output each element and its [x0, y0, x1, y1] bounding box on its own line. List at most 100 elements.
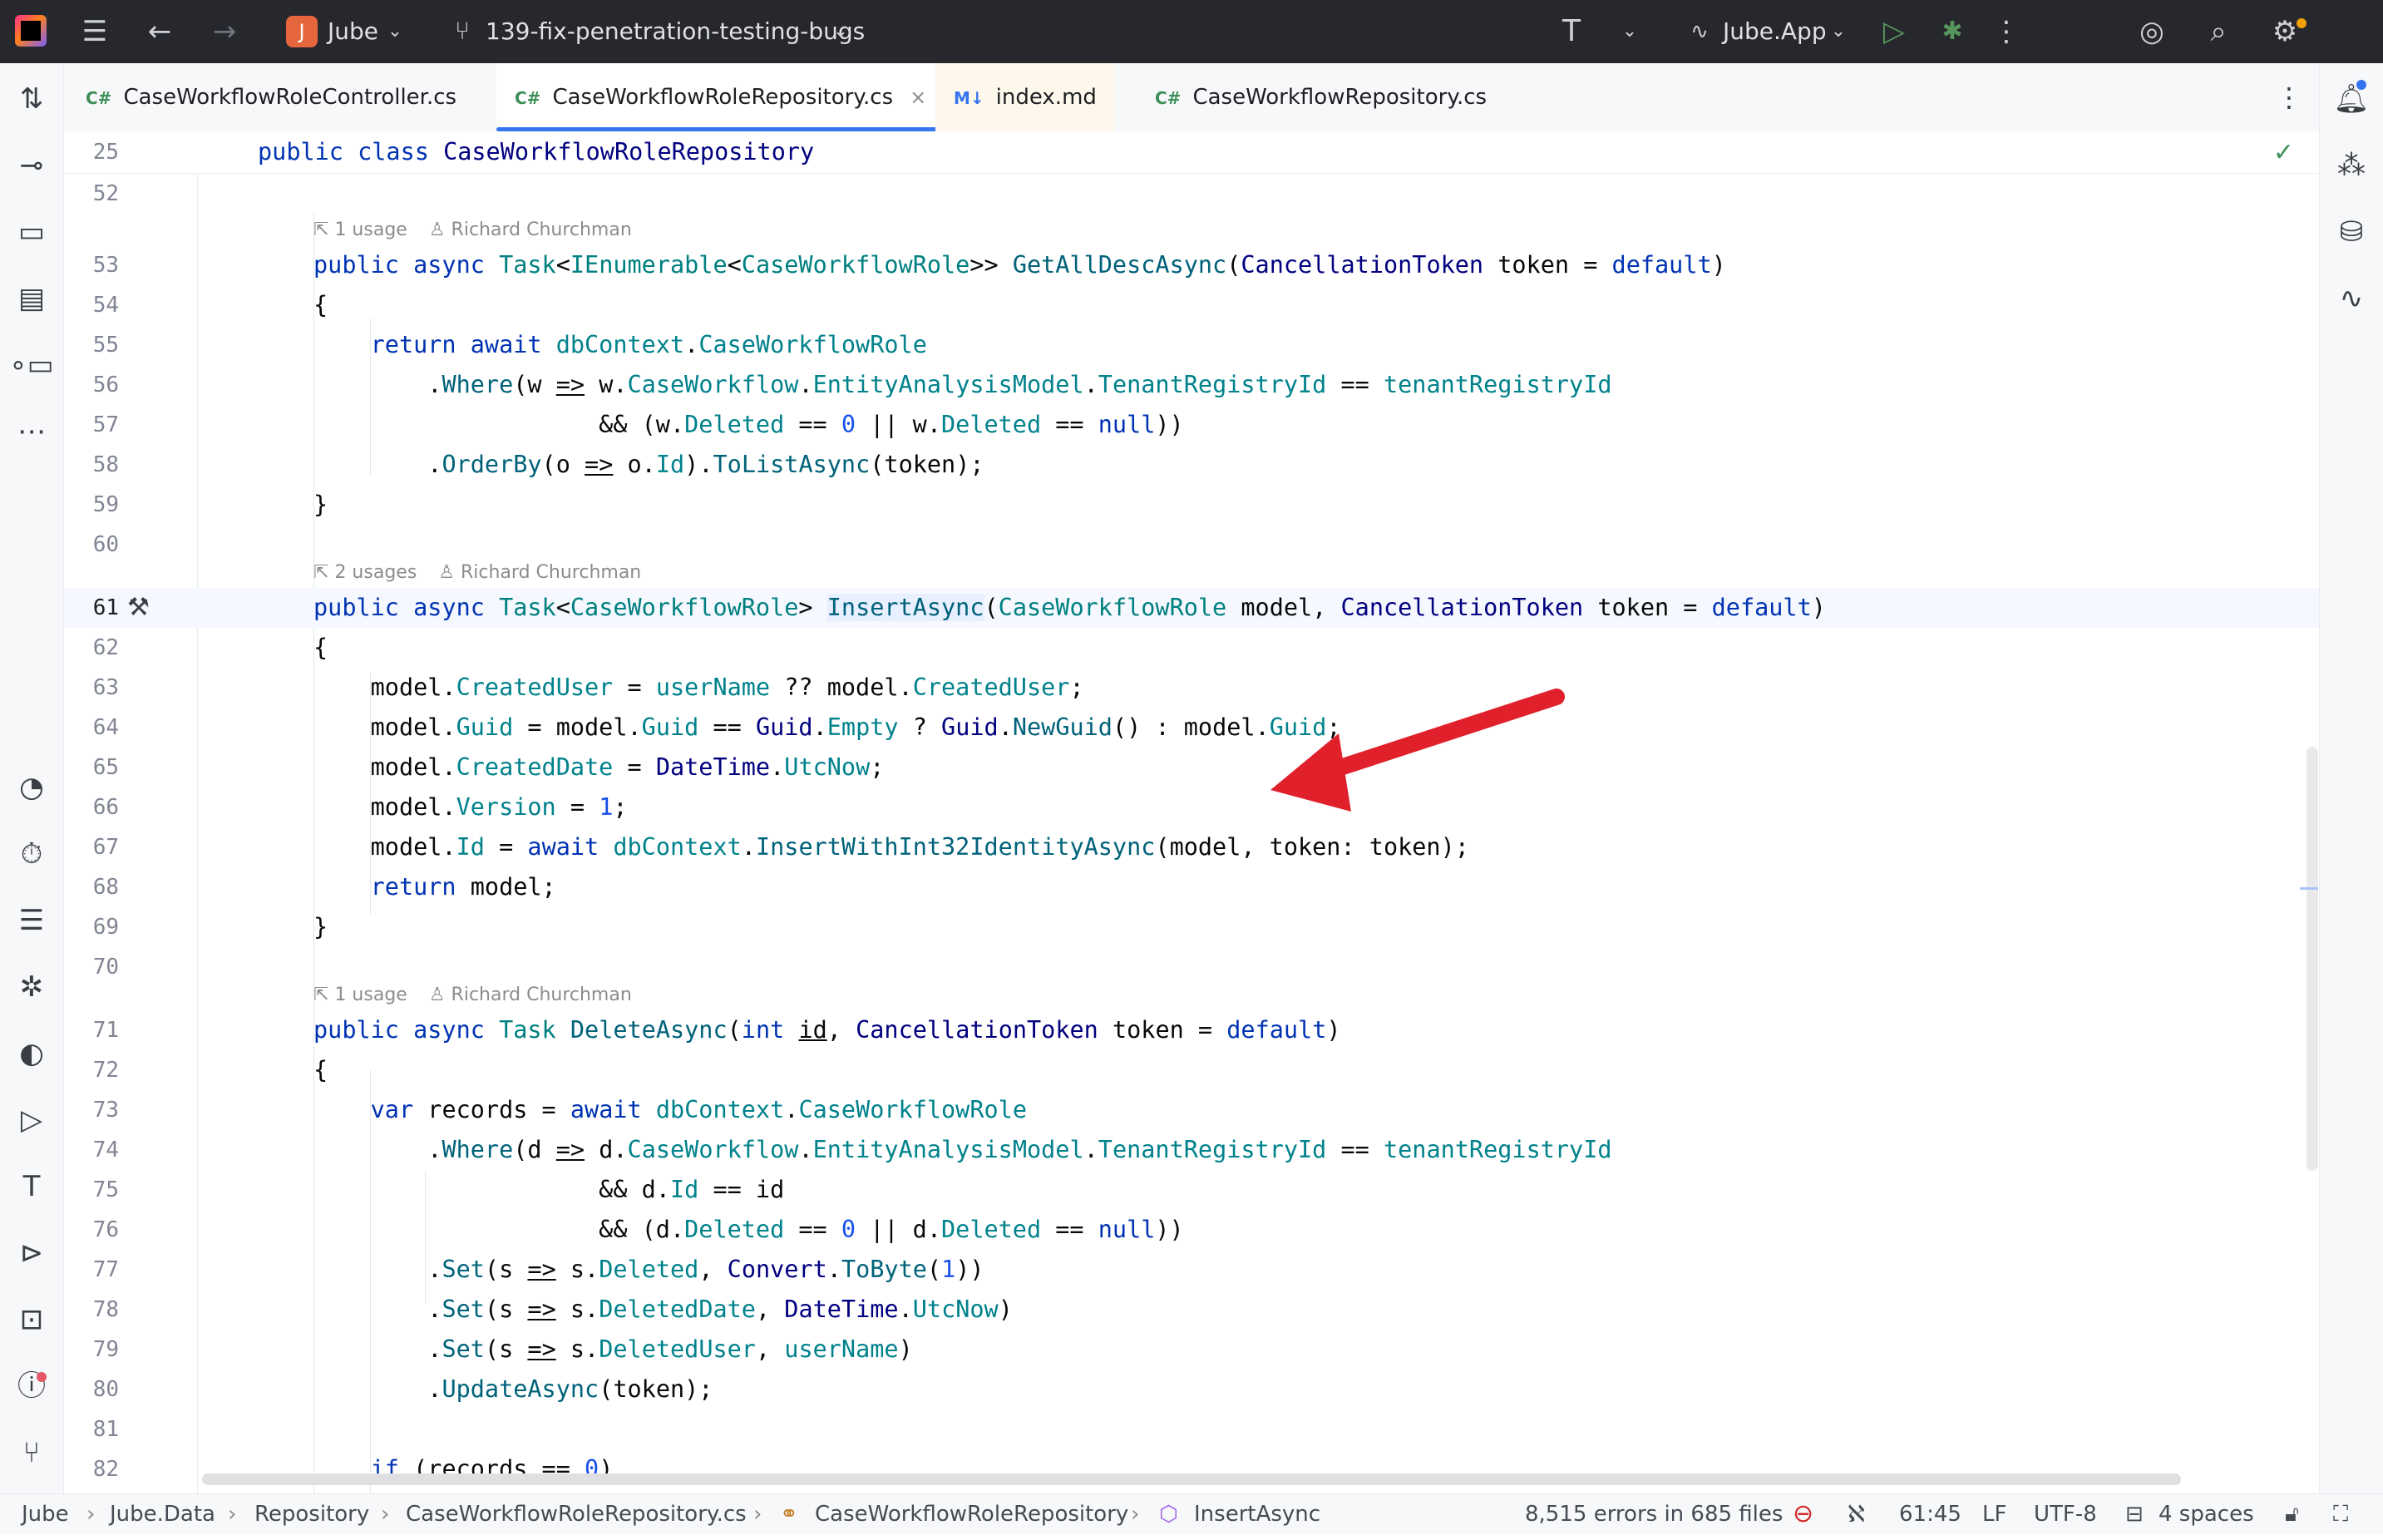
git-icon[interactable]: ⑂ — [0, 1432, 63, 1473]
code-line[interactable]: 57 && (w.Deleted == 0 || w.Deleted == nu… — [64, 405, 2319, 445]
tab-index-md[interactable]: M↓ index.md — [935, 63, 1115, 131]
code-line[interactable]: 81 — [64, 1409, 2319, 1449]
tab-case-workflow-role-controller[interactable]: C# CaseWorkflowRoleController.cs — [86, 63, 456, 131]
code-line[interactable]: 79 .Set(s => s.DeletedUser, userName) — [64, 1330, 2319, 1370]
endpoints-icon[interactable]: ∘▭ — [0, 344, 63, 386]
code-line[interactable]: 73 var records = await dbContext.CaseWor… — [64, 1090, 2319, 1130]
back-arrow-icon[interactable]: ← — [136, 0, 183, 63]
todo-list-icon[interactable]: ☰ — [0, 900, 63, 941]
breadcrumb-method[interactable]: InsertAsync — [1194, 1494, 1320, 1534]
code-line[interactable]: 67 model.Id = await dbContext.InsertWith… — [64, 827, 2319, 867]
forward-arrow-icon[interactable]: → — [201, 0, 248, 63]
tab-case-workflow-repository[interactable]: C# CaseWorkflowRepository.cs — [1155, 63, 1487, 131]
code-line[interactable]: 65 model.CreatedDate = DateTime.UtcNow; — [64, 748, 2319, 787]
author-name[interactable]: Richard Churchman — [451, 220, 632, 240]
memory-indicator-icon[interactable]: ⛶ — [2333, 1494, 2348, 1534]
author-name[interactable]: Richard Churchman — [451, 985, 632, 1005]
run-config-chevron-icon[interactable]: ⌄ — [1826, 0, 1851, 63]
ai-assistant-icon[interactable]: ◎ — [2129, 0, 2175, 63]
build-chevron-icon[interactable]: ⌄ — [1613, 0, 1646, 63]
code-analysis-icon[interactable]: ℵ — [1848, 1494, 1865, 1534]
code-line[interactable]: 55 return await dbContext.CaseWorkflowRo… — [64, 325, 2319, 365]
main-menu-icon[interactable]: ☰ — [72, 0, 118, 63]
problems-icon[interactable]: ⓘ — [0, 1365, 63, 1407]
structure-icon[interactable]: ▤ — [0, 278, 63, 319]
breadcrumb-class[interactable]: CaseWorkflowRoleRepository — [815, 1494, 1128, 1534]
code-line[interactable]: 74 .Where(d => d.CaseWorkflow.EntityAnal… — [64, 1130, 2319, 1170]
code-line[interactable]: 78 .Set(s => s.DeletedDate, DateTime.Utc… — [64, 1290, 2319, 1330]
sticky-scope-header[interactable]: 25 public class CaseWorkflowRoleReposito… — [64, 131, 2319, 174]
build-tool-icon[interactable]: T — [0, 1166, 63, 1207]
code-line[interactable]: 75 && d.Id == id — [64, 1170, 2319, 1210]
code-line[interactable]: 68 return model; — [64, 867, 2319, 907]
project-badge[interactable]: J — [286, 16, 318, 47]
code-line[interactable]: 56 .Where(w => w.CaseWorkflow.EntityAnal… — [64, 365, 2319, 405]
codevision-hint[interactable]: ⇱ 1 usage ♙ Richard Churchman — [313, 214, 632, 247]
branch-name[interactable]: 139-fix-penetration-testing-bugs — [486, 0, 865, 63]
notifications-bell-icon[interactable]: 🔔︎ — [2320, 78, 2383, 120]
chevron-down-icon[interactable]: ⌄ — [382, 0, 407, 63]
coverage-icon[interactable]: ◔ — [0, 767, 63, 808]
breadcrumb-file[interactable]: CaseWorkflowRoleRepository.cs — [406, 1494, 747, 1534]
branch-chevron-down-icon[interactable]: ⌄ — [828, 0, 853, 63]
code-line[interactable]: 66 model.Version = 1; — [64, 787, 2319, 827]
tab-close-icon[interactable]: × — [910, 86, 926, 109]
code-line-current[interactable]: 61 ⚒ public async Task<CaseWorkflowRole>… — [64, 588, 2319, 628]
more-actions-icon[interactable]: ⋮ — [1986, 0, 2027, 63]
usage-count[interactable]: 1 usage — [334, 220, 407, 240]
code-line[interactable]: 62 { — [64, 628, 2319, 668]
usage-count[interactable]: 2 usages — [334, 562, 417, 583]
file-encoding[interactable]: UTF-8 — [2034, 1494, 2097, 1534]
tab-case-workflow-role-repository[interactable]: C# CaseWorkflowRoleRepository.cs × — [496, 63, 945, 131]
breadcrumb-assembly[interactable]: Jube.Data — [110, 1494, 215, 1534]
debug-bug-icon[interactable]: ✱ — [1929, 0, 1976, 63]
code-line[interactable]: 76 && (d.Deleted == 0 || d.Deleted == nu… — [64, 1210, 2319, 1250]
code-editor[interactable]: 52 ⇱ 1 usage ♙ Richard Churchman 53 publi… — [64, 174, 2319, 1493]
rider-logo-icon[interactable] — [15, 15, 47, 47]
debug-icon[interactable]: ✲ — [0, 966, 63, 1008]
services-icon[interactable]: ◐ — [0, 1033, 63, 1074]
nuget-icon[interactable]: ⁂ — [2320, 145, 2383, 186]
indent-settings[interactable]: 4 spaces — [2159, 1494, 2254, 1534]
no-problems-check-icon[interactable]: ✓ — [2273, 138, 2294, 167]
pull-requests-icon[interactable]: ⇅ — [0, 78, 63, 120]
run-tool-icon[interactable]: ▷ — [0, 1099, 63, 1141]
code-line[interactable]: 53 public async Task<IEnumerable<CaseWor… — [64, 245, 2319, 285]
vertical-scrollbar[interactable] — [2307, 747, 2318, 1171]
code-line[interactable]: 58 .OrderBy(o => o.Id).ToListAsync(token… — [64, 445, 2319, 485]
code-line[interactable]: 63 model.CreatedUser = userName ?? model… — [64, 668, 2319, 708]
author-name[interactable]: Richard Churchman — [461, 562, 641, 583]
horizontal-scrollbar[interactable] — [202, 1473, 2181, 1485]
code-line[interactable]: 64 model.Guid = model.Guid == Guid.Empty… — [64, 708, 2319, 748]
terminal-icon[interactable]: ⊡ — [0, 1299, 63, 1340]
code-line[interactable]: 72 { — [64, 1050, 2319, 1090]
code-line[interactable]: 69 } — [64, 907, 2319, 947]
breadcrumb-project[interactable]: Jube — [22, 1494, 69, 1534]
code-line[interactable]: 52 — [64, 174, 2319, 214]
caret-position[interactable]: 61:45 — [1899, 1494, 1961, 1534]
search-icon[interactable]: ⌕ — [2195, 0, 2242, 63]
database-icon[interactable]: ⛁ — [2320, 211, 2383, 253]
line-separator[interactable]: LF — [1982, 1494, 2006, 1534]
tabs-more-icon[interactable]: ⋮ — [2276, 63, 2302, 131]
breadcrumb-folder[interactable]: Repository — [254, 1494, 369, 1534]
code-line[interactable]: 80 .UpdateAsync(token); — [64, 1370, 2319, 1409]
project-name[interactable]: Jube — [328, 0, 378, 63]
implementation-hammer-icon[interactable]: ⚒ — [127, 588, 150, 628]
code-line[interactable]: 54 { — [64, 285, 2319, 325]
read-only-lock-icon[interactable]: 🔓︎ — [2285, 1494, 2299, 1534]
dynamic-program-analysis-icon[interactable]: ∿ — [2320, 278, 2383, 319]
codevision-hint[interactable]: ⇱ 1 usage ♙ Richard Churchman — [313, 979, 632, 1012]
profiler-icon[interactable]: ⏱ — [0, 833, 63, 875]
unit-tests-icon[interactable]: ⊳ — [0, 1232, 63, 1274]
run-icon[interactable]: ▷ — [1871, 0, 1917, 63]
more-tools-icon[interactable]: ⋯ — [0, 411, 63, 452]
build-hammer-icon[interactable]: T — [1548, 0, 1595, 63]
run-config-name[interactable]: Jube.App — [1723, 0, 1827, 63]
usage-count[interactable]: 1 usage — [334, 985, 407, 1005]
solution-errors[interactable]: 8,515 errors in 685 files — [1525, 1494, 1783, 1534]
code-line[interactable]: 59 } — [64, 485, 2319, 525]
code-line[interactable]: 77 .Set(s => s.Deleted, Convert.ToByte(1… — [64, 1250, 2319, 1290]
error-stop-icon[interactable]: ⊖ — [1793, 1494, 1813, 1534]
commit-icon[interactable]: ⊸ — [0, 145, 63, 186]
